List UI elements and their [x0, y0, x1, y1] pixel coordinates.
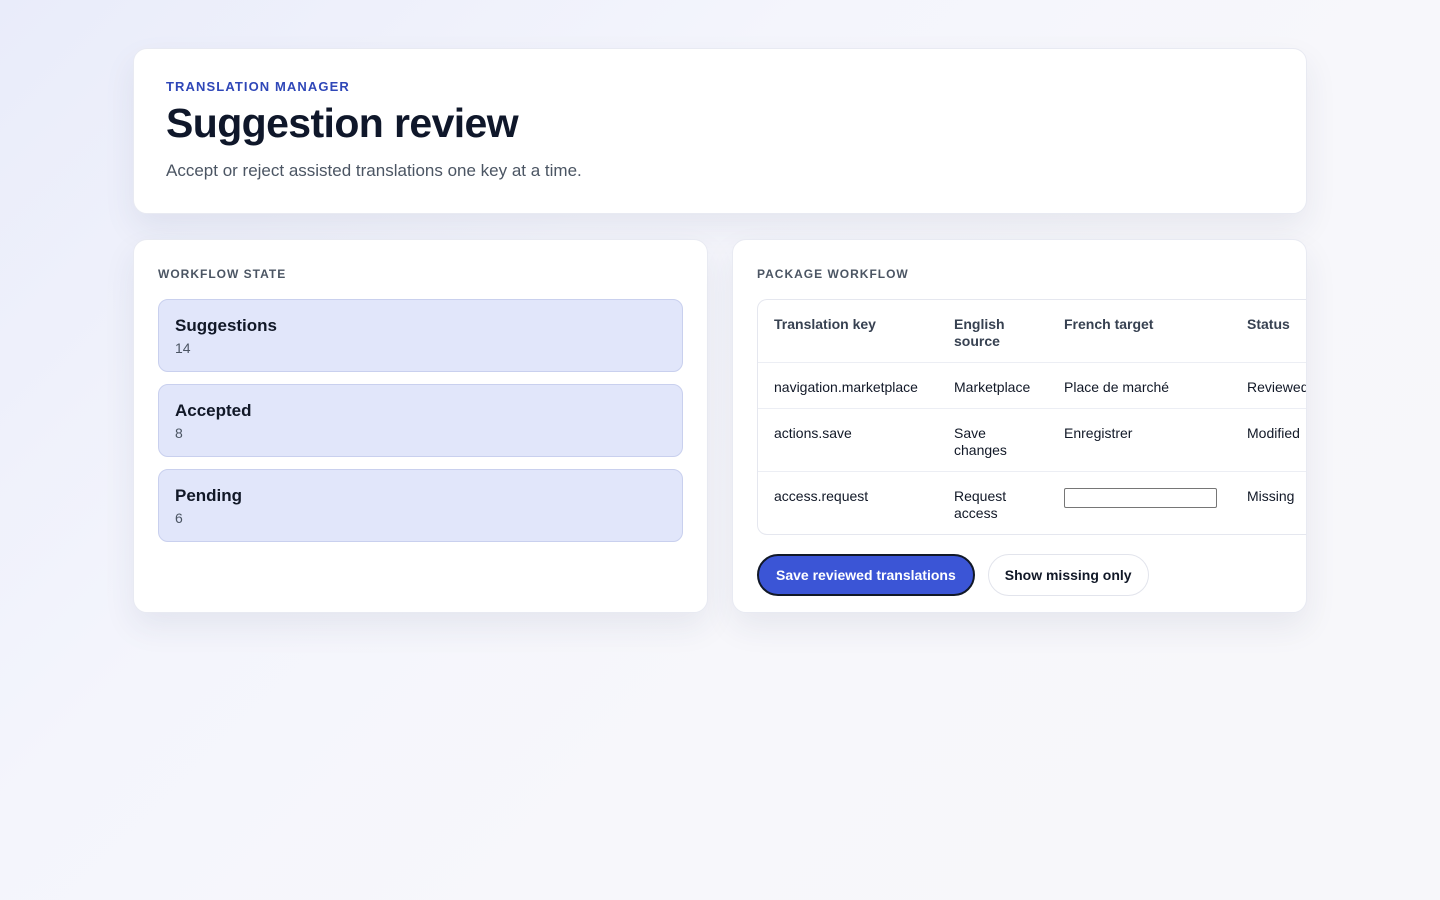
cell-target: Place de marché — [1048, 362, 1231, 409]
table-row: actions.save Save changes Enregistrer Mo… — [758, 408, 1306, 472]
show-missing-only-button[interactable]: Show missing only — [987, 554, 1149, 596]
header-card: TRANSLATION MANAGER Suggestion review Ac… — [133, 48, 1307, 214]
cell-source: Save changes — [938, 408, 1048, 472]
french-target-input[interactable] — [1064, 488, 1217, 508]
package-workflow-label: PACKAGE WORKFLOW — [757, 267, 909, 281]
state-count: 14 — [175, 340, 191, 356]
workflow-state-list: Suggestions 14 Accepted 8 Pending 6 — [158, 299, 683, 542]
column-header-key: Translation key — [758, 300, 938, 363]
cell-key: navigation.marketplace — [758, 362, 938, 409]
workflow-state-panel: WORKFLOW STATE Suggestions 14 Accepted 8… — [133, 239, 708, 613]
column-header-target: French target — [1048, 300, 1231, 363]
state-card-suggestions[interactable]: Suggestions 14 — [158, 299, 683, 372]
state-card-pending[interactable]: Pending 6 — [158, 469, 683, 542]
cell-target — [1048, 472, 1231, 535]
cell-status: Reviewed — [1231, 362, 1306, 409]
state-name: Pending — [175, 486, 243, 505]
page-subtitle: Accept or reject assisted translations o… — [166, 161, 582, 181]
table-actions: Save reviewed translations Show missing … — [757, 554, 1306, 596]
cell-key: access.request — [774, 488, 869, 504]
eyebrow-label: TRANSLATION MANAGER — [166, 79, 350, 94]
column-header-status: Status — [1231, 300, 1306, 363]
cell-status: Missing — [1247, 488, 1295, 504]
state-card-accepted[interactable]: Accepted 8 — [158, 384, 683, 457]
page-title: Suggestion review — [166, 100, 519, 146]
column-header-source: English source — [938, 300, 1048, 363]
translations-table-wrap: Translation key English source French ta… — [757, 299, 1306, 535]
state-name: Suggestions — [175, 316, 278, 335]
cell-target: Enregistrer — [1048, 408, 1231, 472]
state-name: Accepted — [175, 401, 252, 420]
cell-source: Marketplace — [938, 362, 1048, 409]
workflow-state-label: WORKFLOW STATE — [158, 267, 287, 281]
state-count: 8 — [175, 425, 183, 441]
table-header-row: Translation key English source French ta… — [758, 300, 1306, 363]
cell-source: Request access — [954, 488, 1007, 521]
table-row: access.request Request access Missing — [758, 472, 1306, 535]
table-row: navigation.marketplace Marketplace Place… — [758, 362, 1306, 409]
cell-key: actions.save — [758, 408, 938, 472]
cell-status: Modified — [1231, 408, 1306, 472]
translations-table: Translation key English source French ta… — [758, 300, 1306, 535]
state-count: 6 — [175, 510, 183, 526]
save-reviewed-button[interactable]: Save reviewed translations — [757, 554, 975, 596]
package-workflow-panel: PACKAGE WORKFLOW Translation key English… — [732, 239, 1307, 613]
